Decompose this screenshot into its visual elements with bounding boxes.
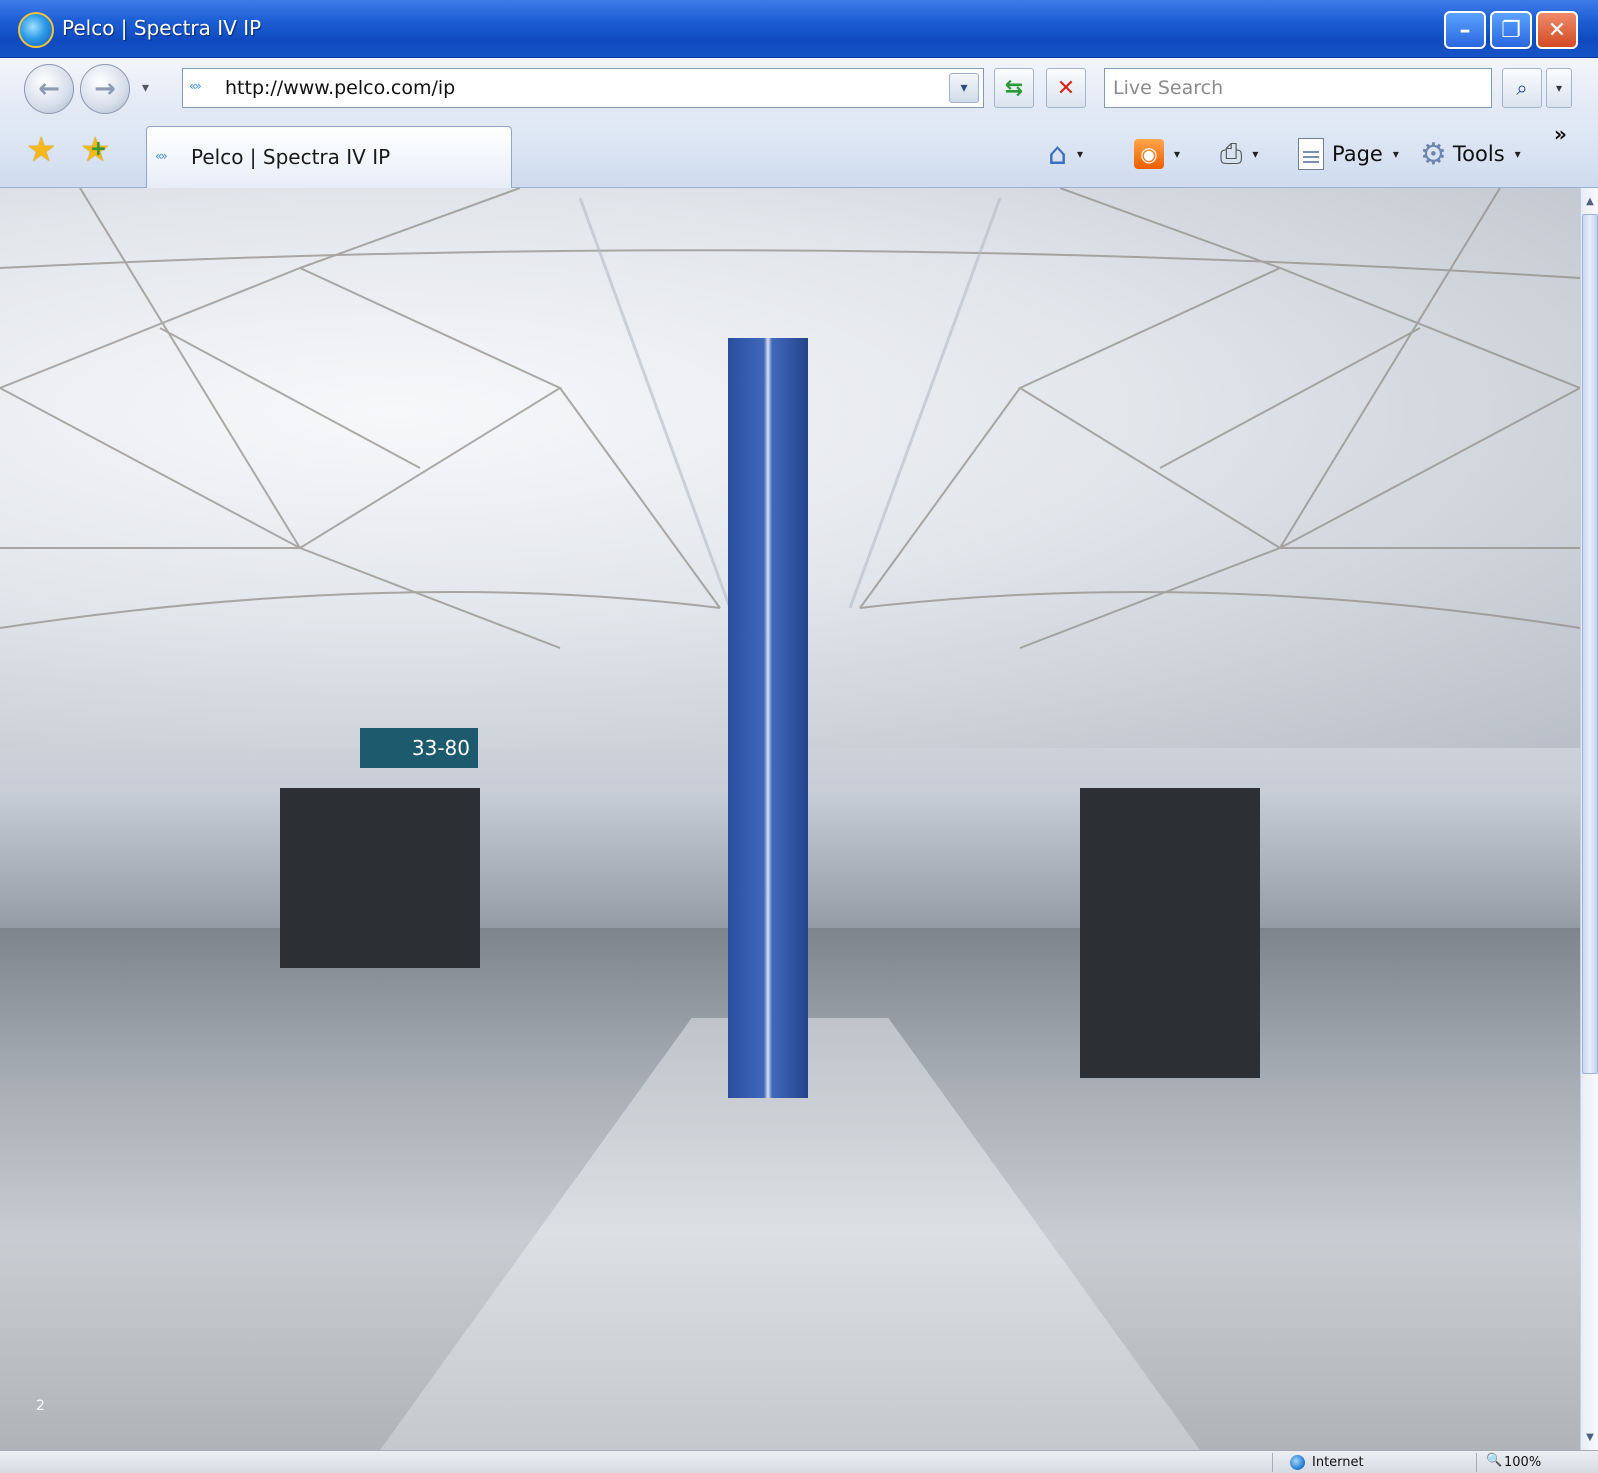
close-button[interactable]: ✕ <box>1536 11 1578 49</box>
tab-label: Pelco | Spectra IV IP <box>191 145 391 169</box>
star-icon[interactable]: ★ <box>26 130 56 170</box>
back-button[interactable]: ← <box>24 64 74 114</box>
page-icon: «» <box>189 79 202 93</box>
vertical-scrollbar[interactable]: ▲ ▼ <box>1580 188 1598 1450</box>
navigation-bar: ← → ▾ «» ▾ ⇆ ✕ ⌕ ▾ <box>0 58 1598 120</box>
chevron-down-icon[interactable]: ▾ <box>1174 147 1180 161</box>
minimize-button[interactable]: – <box>1444 11 1486 49</box>
page-menu-label: Page <box>1332 142 1383 166</box>
window-title: Pelco | Spectra IV IP <box>62 16 262 40</box>
chevron-down-icon: ▾ <box>1392 147 1399 161</box>
tools-menu-button[interactable]: ⚙ Tools ▾ <box>1420 134 1521 174</box>
chevron-down-icon[interactable]: ▾ <box>1077 147 1083 161</box>
page-menu-button[interactable]: Page ▾ <box>1298 134 1399 174</box>
title-bar: Pelco | Spectra IV IP – ❐ ✕ <box>0 0 1598 58</box>
left-pillar-block <box>280 788 480 968</box>
address-bar[interactable]: «» ▾ <box>182 68 984 108</box>
forward-button[interactable]: → <box>80 64 130 114</box>
zoom-level[interactable]: 100% <box>1504 1455 1541 1470</box>
central-column-sign <box>728 338 808 1098</box>
status-separator <box>1476 1453 1477 1472</box>
security-zone: Internet <box>1312 1455 1364 1470</box>
refresh-button[interactable]: ⇆ <box>994 68 1034 108</box>
address-dropdown-button[interactable]: ▾ <box>949 73 979 103</box>
chevron-down-icon[interactable]: ▾ <box>1252 147 1258 161</box>
gear-icon: ⚙ <box>1420 136 1447 172</box>
stop-button[interactable]: ✕ <box>1046 68 1086 108</box>
search-options-button[interactable]: ▾ <box>1546 68 1572 108</box>
address-input[interactable] <box>225 77 925 99</box>
add-favorite-icon[interactable]: ★ + <box>80 130 110 170</box>
scroll-up-icon[interactable]: ▲ <box>1581 190 1598 212</box>
scroll-thumb[interactable] <box>1582 214 1598 1074</box>
search-input[interactable] <box>1113 77 1483 99</box>
tab-pelco[interactable]: «» Pelco | Spectra IV IP <box>146 126 512 188</box>
right-pillar-block <box>1080 788 1260 1078</box>
scroll-down-icon[interactable]: ▼ <box>1581 1426 1598 1448</box>
page-content: 33-80 2 <box>0 188 1580 1450</box>
page-icon: «» <box>155 149 168 163</box>
more-commands-icon[interactable]: » <box>1554 122 1567 146</box>
globe-icon <box>1290 1455 1305 1470</box>
search-box[interactable] <box>1104 68 1492 108</box>
magnifier-icon[interactable]: 🔍 <box>1486 1453 1502 1468</box>
ie-icon <box>18 12 54 48</box>
status-bar: Internet 🔍 100% <box>0 1450 1598 1473</box>
home-icon: ⌂ <box>1048 136 1068 172</box>
page-number: 2 <box>36 1398 45 1414</box>
search-button[interactable]: ⌕ <box>1502 68 1542 108</box>
printer-icon: ⎙ <box>1220 137 1243 170</box>
status-separator <box>1272 1453 1273 1472</box>
tab-bar: ★ ★ + «» Pelco | Spectra IV IP ⌂ ▾ ◉ ▾ ⎙… <box>0 120 1598 188</box>
restore-button[interactable]: ❐ <box>1490 11 1532 49</box>
feeds-button[interactable]: ◉ ▾ <box>1134 134 1180 174</box>
home-button[interactable]: ⌂ ▾ <box>1048 134 1083 174</box>
rss-icon: ◉ <box>1134 139 1164 169</box>
gate-sign: 33-80 <box>360 728 478 768</box>
history-dropdown-icon[interactable]: ▾ <box>142 80 149 96</box>
tools-menu-label: Tools <box>1452 142 1505 166</box>
chevron-down-icon: ▾ <box>1514 147 1521 161</box>
page-icon <box>1298 138 1324 170</box>
print-button[interactable]: ⎙ ▾ <box>1220 134 1258 174</box>
plus-icon: + <box>90 136 107 160</box>
